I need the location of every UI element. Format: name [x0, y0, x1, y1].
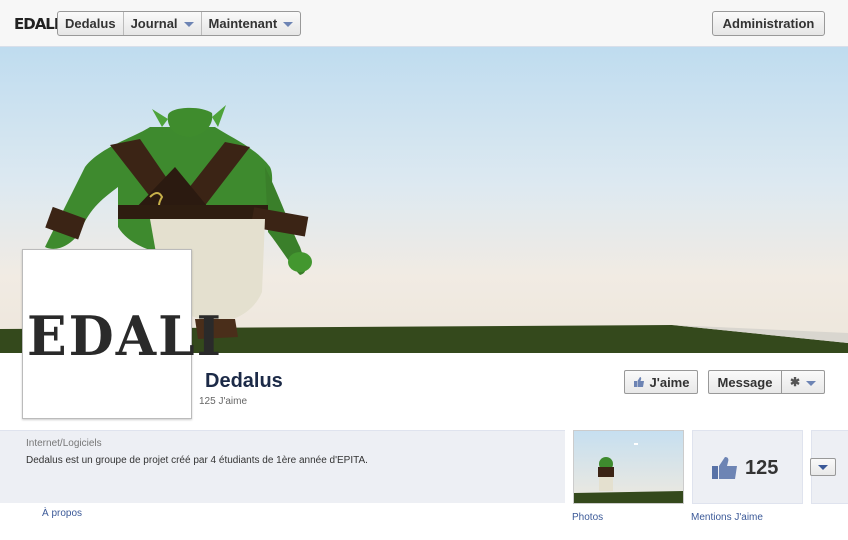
likes-app-box[interactable]: 125: [692, 430, 803, 504]
logo[interactable]: EDALI: [14, 15, 59, 33]
nav-dedalus-label: Dedalus: [65, 16, 116, 31]
page-category[interactable]: Internet/Logiciels: [26, 438, 102, 449]
chevron-down-icon: [283, 22, 294, 27]
likes-count: 125: [745, 457, 779, 479]
thumbs-up-icon: [633, 377, 644, 387]
nav-maintenant-label: Maintenant: [208, 16, 278, 31]
likes-summary: 125 J'aime: [199, 396, 248, 407]
likes-link[interactable]: Mentions J'aime: [691, 512, 763, 523]
chevron-down-icon: [818, 464, 828, 470]
thumbs-up-icon: [712, 457, 737, 479]
photos-link[interactable]: Photos: [572, 512, 603, 523]
chevron-down-icon: [806, 380, 817, 386]
chevron-down-icon: [183, 22, 194, 27]
avatar-logo-text: EDALI: [27, 304, 223, 369]
photo-preview: [574, 443, 683, 503]
about-section: Internet/Logiciels Dedalus est un groupe…: [0, 430, 565, 503]
profile-picture[interactable]: EDALI: [22, 249, 221, 419]
nav-maintenant-button[interactable]: Maintenant: [200, 12, 301, 35]
nav-dedalus-button[interactable]: Dedalus: [58, 12, 123, 35]
nav-group: Dedalus Journal Maintenant: [57, 11, 302, 36]
like-button[interactable]: J'aime: [624, 370, 698, 394]
like-label: J'aime: [649, 374, 690, 390]
more-apps-box: [810, 430, 848, 504]
settings-menu-button[interactable]: ✱: [781, 370, 825, 394]
top-bar: EDALI Dedalus Journal Maintenant Adminis…: [0, 0, 848, 47]
photos-thumbnail[interactable]: [573, 430, 684, 504]
nav-journal-button[interactable]: Journal: [122, 12, 201, 35]
page-title[interactable]: Dedalus: [205, 370, 283, 393]
gear-icon: ✱: [789, 375, 801, 389]
nav-journal-label: Journal: [130, 16, 178, 31]
about-description: Dedalus est un groupe de projet créé par…: [26, 455, 368, 466]
about-tab-link[interactable]: À propos: [42, 508, 82, 519]
more-apps-button[interactable]: [810, 458, 836, 476]
administration-button[interactable]: Administration: [712, 11, 825, 36]
message-button[interactable]: Message: [708, 370, 782, 394]
